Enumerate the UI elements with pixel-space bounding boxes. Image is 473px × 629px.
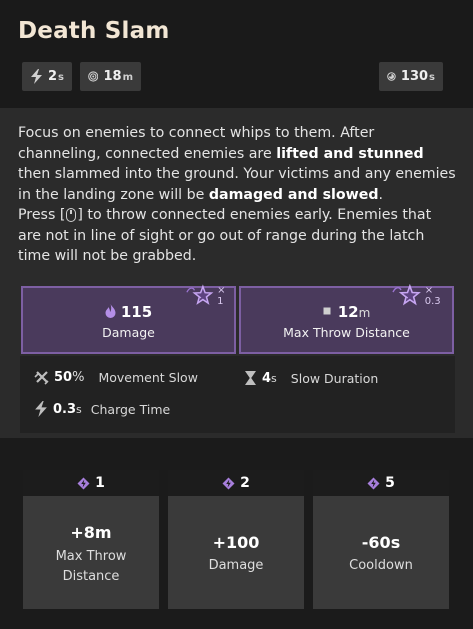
- target-icon: [88, 71, 99, 82]
- slow-duration-unit: s: [271, 371, 277, 385]
- description-bold-2: damaged and slowed: [208, 186, 379, 203]
- spirit-star-icon: [392, 284, 421, 306]
- slow-duration-stat: 4s Slow Duration: [244, 370, 378, 386]
- description-text-3: .: [378, 186, 384, 203]
- upgrade-tier-1[interactable]: 1 +8m Max Throw Distance: [23, 470, 159, 609]
- movement-slow-label: Movement Slow: [98, 370, 198, 385]
- max-throw-distance-stat-label: Max Throw Distance: [283, 325, 410, 340]
- spirit-tier-icon: [222, 477, 235, 489]
- cast-time-unit: s: [58, 72, 64, 83]
- spirit-tier-icon: [77, 477, 90, 489]
- upgrade-tier-1-number: 1: [95, 475, 105, 491]
- upgrade-tier-2-header: 2: [168, 470, 304, 496]
- ability-description: Focus on enemies to connect whips to the…: [18, 123, 458, 267]
- slow-duration-value: 4: [262, 370, 272, 386]
- max-throw-distance-value-text: 12: [337, 303, 359, 321]
- slow-icon: [34, 371, 49, 385]
- charge-time-value: 0.3: [53, 401, 77, 417]
- slow-duration-label: Slow Duration: [290, 370, 379, 386]
- square-icon: [323, 307, 331, 315]
- range-value: 18: [103, 69, 122, 84]
- damage-multiplier: × 1: [185, 284, 234, 308]
- bolt-icon: [35, 401, 47, 417]
- ability-title: Death Slam: [18, 18, 170, 44]
- upgrade-tier-2-label: Damage: [208, 558, 264, 573]
- charge-time-label: Charge Time: [90, 401, 171, 417]
- range-unit: m: [122, 72, 133, 83]
- upgrade-tier-5-number: 5: [385, 475, 395, 491]
- movement-slow-stat: 50% Movement Slow: [34, 370, 198, 385]
- damage-multiplier-text: × 1: [217, 285, 226, 307]
- mouse-icon: [66, 208, 77, 222]
- cooldown-unit: s: [429, 72, 435, 83]
- movement-slow-unit: %: [72, 370, 85, 385]
- soul-flame-icon: [105, 304, 116, 318]
- movement-slow-value: 50: [54, 370, 73, 385]
- bolt-icon: [31, 69, 42, 84]
- cooldown-icon: [387, 72, 396, 81]
- upgrade-tier-2[interactable]: 2 +100 Damage: [168, 470, 304, 609]
- charge-time-stat: 0.3s Charge Time: [34, 401, 170, 417]
- spirit-tier-icon: [367, 477, 380, 489]
- range-pill: 18m: [80, 62, 141, 91]
- upgrade-tier-5-header: 5: [313, 470, 449, 496]
- description-text-5: ] to throw connected enemies early. Enem…: [18, 207, 432, 264]
- description-text-4: Press [: [18, 207, 66, 223]
- secondary-stats-panel: [20, 356, 455, 433]
- ability-header: [0, 0, 473, 108]
- cooldown-value: 130: [400, 69, 429, 84]
- spirit-star-icon: [186, 284, 214, 305]
- max-throw-distance-unit: m: [358, 306, 371, 320]
- upgrade-tier-1-label-line2: Distance: [62, 569, 120, 584]
- max-throw-distance-multiplier-text: × 0.3: [424, 285, 441, 307]
- upgrade-tier-1-label-line1: Max Throw: [55, 549, 127, 564]
- upgrade-tier-2-value: +100: [212, 533, 260, 552]
- charge-time-unit: s: [76, 402, 82, 416]
- damage-stat-box: 115 Damage × 1: [21, 284, 236, 354]
- damage-stat-label: Damage: [102, 325, 155, 340]
- cooldown-pill: 130s: [379, 62, 443, 91]
- max-throw-distance-stat-box: 12m Max Throw Distance × 0.3: [239, 284, 454, 354]
- description-bold-1: lifted and stunned: [276, 145, 424, 162]
- upgrade-tier-5-value: -60s: [361, 533, 401, 552]
- upgrade-tier-5-label: Cooldown: [349, 558, 413, 573]
- upgrade-tier-5[interactable]: 5 -60s Cooldown: [313, 470, 449, 609]
- max-throw-distance-multiplier: × 0.3: [391, 284, 452, 308]
- cast-time-value: 2: [48, 69, 58, 84]
- damage-value-text: 115: [120, 303, 153, 321]
- hourglass-icon: [245, 371, 256, 385]
- upgrade-tier-2-number: 2: [240, 475, 250, 491]
- upgrade-tier-1-value: +8m: [70, 523, 112, 542]
- upgrade-tier-1-header: 1: [23, 470, 159, 496]
- cast-time-pill: 2s: [22, 62, 72, 91]
